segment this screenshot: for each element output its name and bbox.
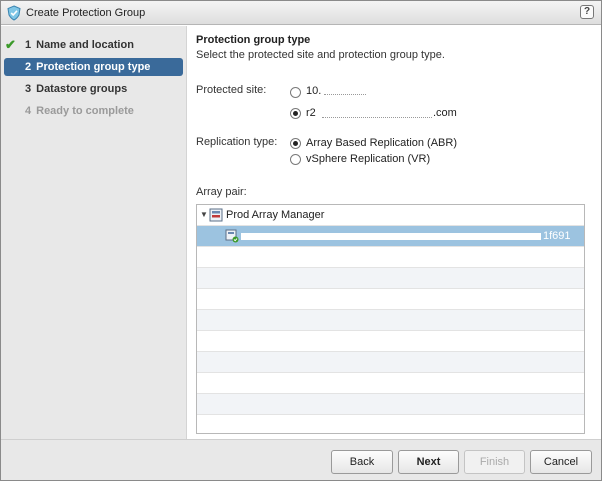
step-label: Ready to complete (36, 105, 134, 117)
step-datastore-groups[interactable]: 3 Datastore groups (4, 80, 183, 98)
protected-site-option-2-suffix: .com (433, 107, 457, 119)
replication-vr-radio[interactable] (290, 154, 301, 165)
replication-abr-label: Array Based Replication (ABR) (306, 137, 458, 149)
step-label: Protection group type (36, 61, 151, 73)
replication-type-label: Replication type: (196, 136, 278, 148)
next-button[interactable]: Next (398, 450, 459, 474)
protected-site-label: Protected site: (196, 84, 267, 96)
step-label: Datastore groups (36, 83, 128, 95)
step-name-and-location[interactable]: ✔ 1 Name and location (4, 36, 183, 54)
protected-site-radio-2[interactable] (290, 108, 301, 119)
create-protection-group-dialog: Create Protection Group ? ✔ 1 Name and lo… (0, 0, 602, 481)
array-pair-tree: ▼ Prod Array Manager 1f691 (196, 204, 585, 434)
array-manager-label: Prod Array Manager (226, 209, 325, 221)
wizard-content: Protection group type Select the protect… (188, 26, 601, 439)
empty-tree-row (197, 268, 584, 289)
checkmark-icon: ✔ (5, 37, 16, 52)
protected-site-radio-1[interactable] (290, 87, 301, 98)
protected-site-option-1-label: 10. (306, 85, 322, 97)
array-pair-label: 1f691 (543, 230, 571, 242)
replication-abr-radio[interactable] (290, 138, 301, 149)
step-number: 1 (25, 39, 32, 51)
redacted-text (241, 233, 541, 240)
protected-site-option-2-label: r2 (306, 107, 316, 119)
empty-tree-row (197, 310, 584, 331)
tree-row-array-manager[interactable]: ▼ Prod Array Manager (197, 205, 584, 226)
cancel-button[interactable]: Cancel (530, 450, 592, 474)
array-manager-icon (209, 208, 223, 222)
shield-icon (7, 5, 21, 21)
redacted-text (322, 110, 432, 118)
step-label: Name and location (36, 39, 134, 51)
dialog-title: Create Protection Group (26, 7, 146, 19)
array-pair-icon (225, 229, 239, 243)
empty-tree-row (197, 415, 584, 433)
wizard-steps: ✔ 1 Name and location 2 Protection group t… (1, 26, 187, 439)
wizard-footer: Back Next Finish Cancel (1, 439, 601, 480)
tree-row-array-pair[interactable]: 1f691 (197, 226, 584, 247)
step-number: 4 (25, 105, 32, 117)
finish-button: Finish (464, 450, 525, 474)
replication-vr-label: vSphere Replication (VR) (306, 153, 431, 165)
back-button[interactable]: Back (331, 450, 393, 474)
step-number: 2 (25, 61, 32, 73)
title-bar: Create Protection Group ? (1, 1, 601, 25)
help-button[interactable]: ? (580, 5, 594, 19)
section-subtitle: Select the protected site and protection… (196, 49, 445, 61)
empty-tree-row (197, 394, 584, 415)
empty-tree-row (197, 352, 584, 373)
step-number: 3 (25, 83, 32, 95)
expand-arrow-icon[interactable]: ▼ (200, 210, 208, 219)
empty-tree-row (197, 247, 584, 268)
step-protection-group-type[interactable]: 2 Protection group type (4, 58, 183, 76)
section-title: Protection group type (196, 34, 311, 46)
empty-tree-row (197, 331, 584, 352)
empty-tree-row (197, 289, 584, 310)
empty-tree-row (197, 373, 584, 394)
redacted-text (324, 87, 366, 95)
array-pair-label: Array pair: (196, 186, 247, 198)
step-ready-to-complete: 4 Ready to complete (4, 102, 183, 120)
